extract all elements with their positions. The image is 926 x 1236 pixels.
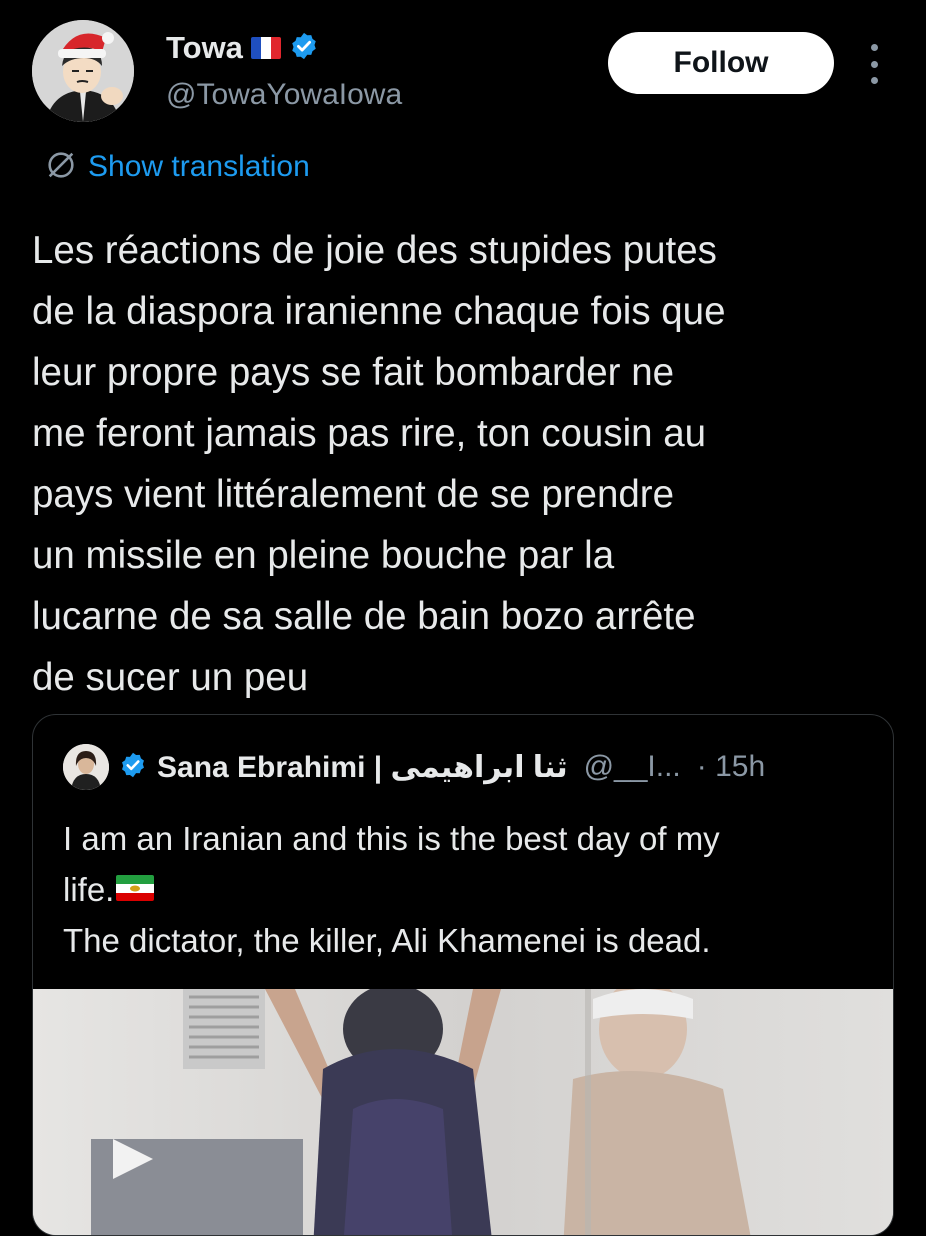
quote-video-thumbnail[interactable] xyxy=(33,989,893,1235)
quote-line: life. xyxy=(63,871,115,908)
verified-badge-icon xyxy=(119,751,147,784)
france-flag-icon xyxy=(250,37,281,59)
show-translation-label[interactable]: Show translation xyxy=(88,150,310,184)
quote-line: I am an Iranian and this is the best day… xyxy=(63,820,720,857)
tweet-text: Les réactions de joie des stupides putes… xyxy=(32,229,726,699)
display-name[interactable]: Towa xyxy=(166,30,243,66)
quote-line: The dictator, the killer, Ali Khamenei i… xyxy=(63,922,711,959)
iran-lion-sun-flag-icon xyxy=(116,875,155,902)
quote-line-with-flag: life. xyxy=(63,864,883,915)
quote-header: Sana Ebrahimi | ثنا ابراهیمی @__I... · 1… xyxy=(63,743,765,791)
quote-display-name[interactable]: Sana Ebrahimi | ثنا ابراهیمی xyxy=(157,750,568,785)
translate-globe-icon xyxy=(44,148,78,187)
quoted-tweet[interactable]: Sana Ebrahimi | ثنا ابراهیمی @__I... · 1… xyxy=(32,714,894,1236)
more-vertical-icon[interactable] xyxy=(862,40,886,88)
quote-text: I am an Iranian and this is the best day… xyxy=(63,813,883,966)
user-handle[interactable]: @TowaYowaIowa xyxy=(166,78,402,112)
quote-timestamp[interactable]: · 15h xyxy=(697,750,765,784)
quote-avatar[interactable] xyxy=(63,744,109,790)
quote-handle[interactable]: @__I... xyxy=(584,750,681,784)
show-translation-link[interactable]: Show translation xyxy=(44,146,310,188)
follow-button[interactable]: Follow xyxy=(608,32,834,94)
verified-badge-icon xyxy=(289,31,319,66)
tweet-header: Towa @TowaYowaIowa Follow xyxy=(0,0,926,140)
user-avatar[interactable] xyxy=(32,20,134,122)
name-row: Towa xyxy=(166,28,319,68)
